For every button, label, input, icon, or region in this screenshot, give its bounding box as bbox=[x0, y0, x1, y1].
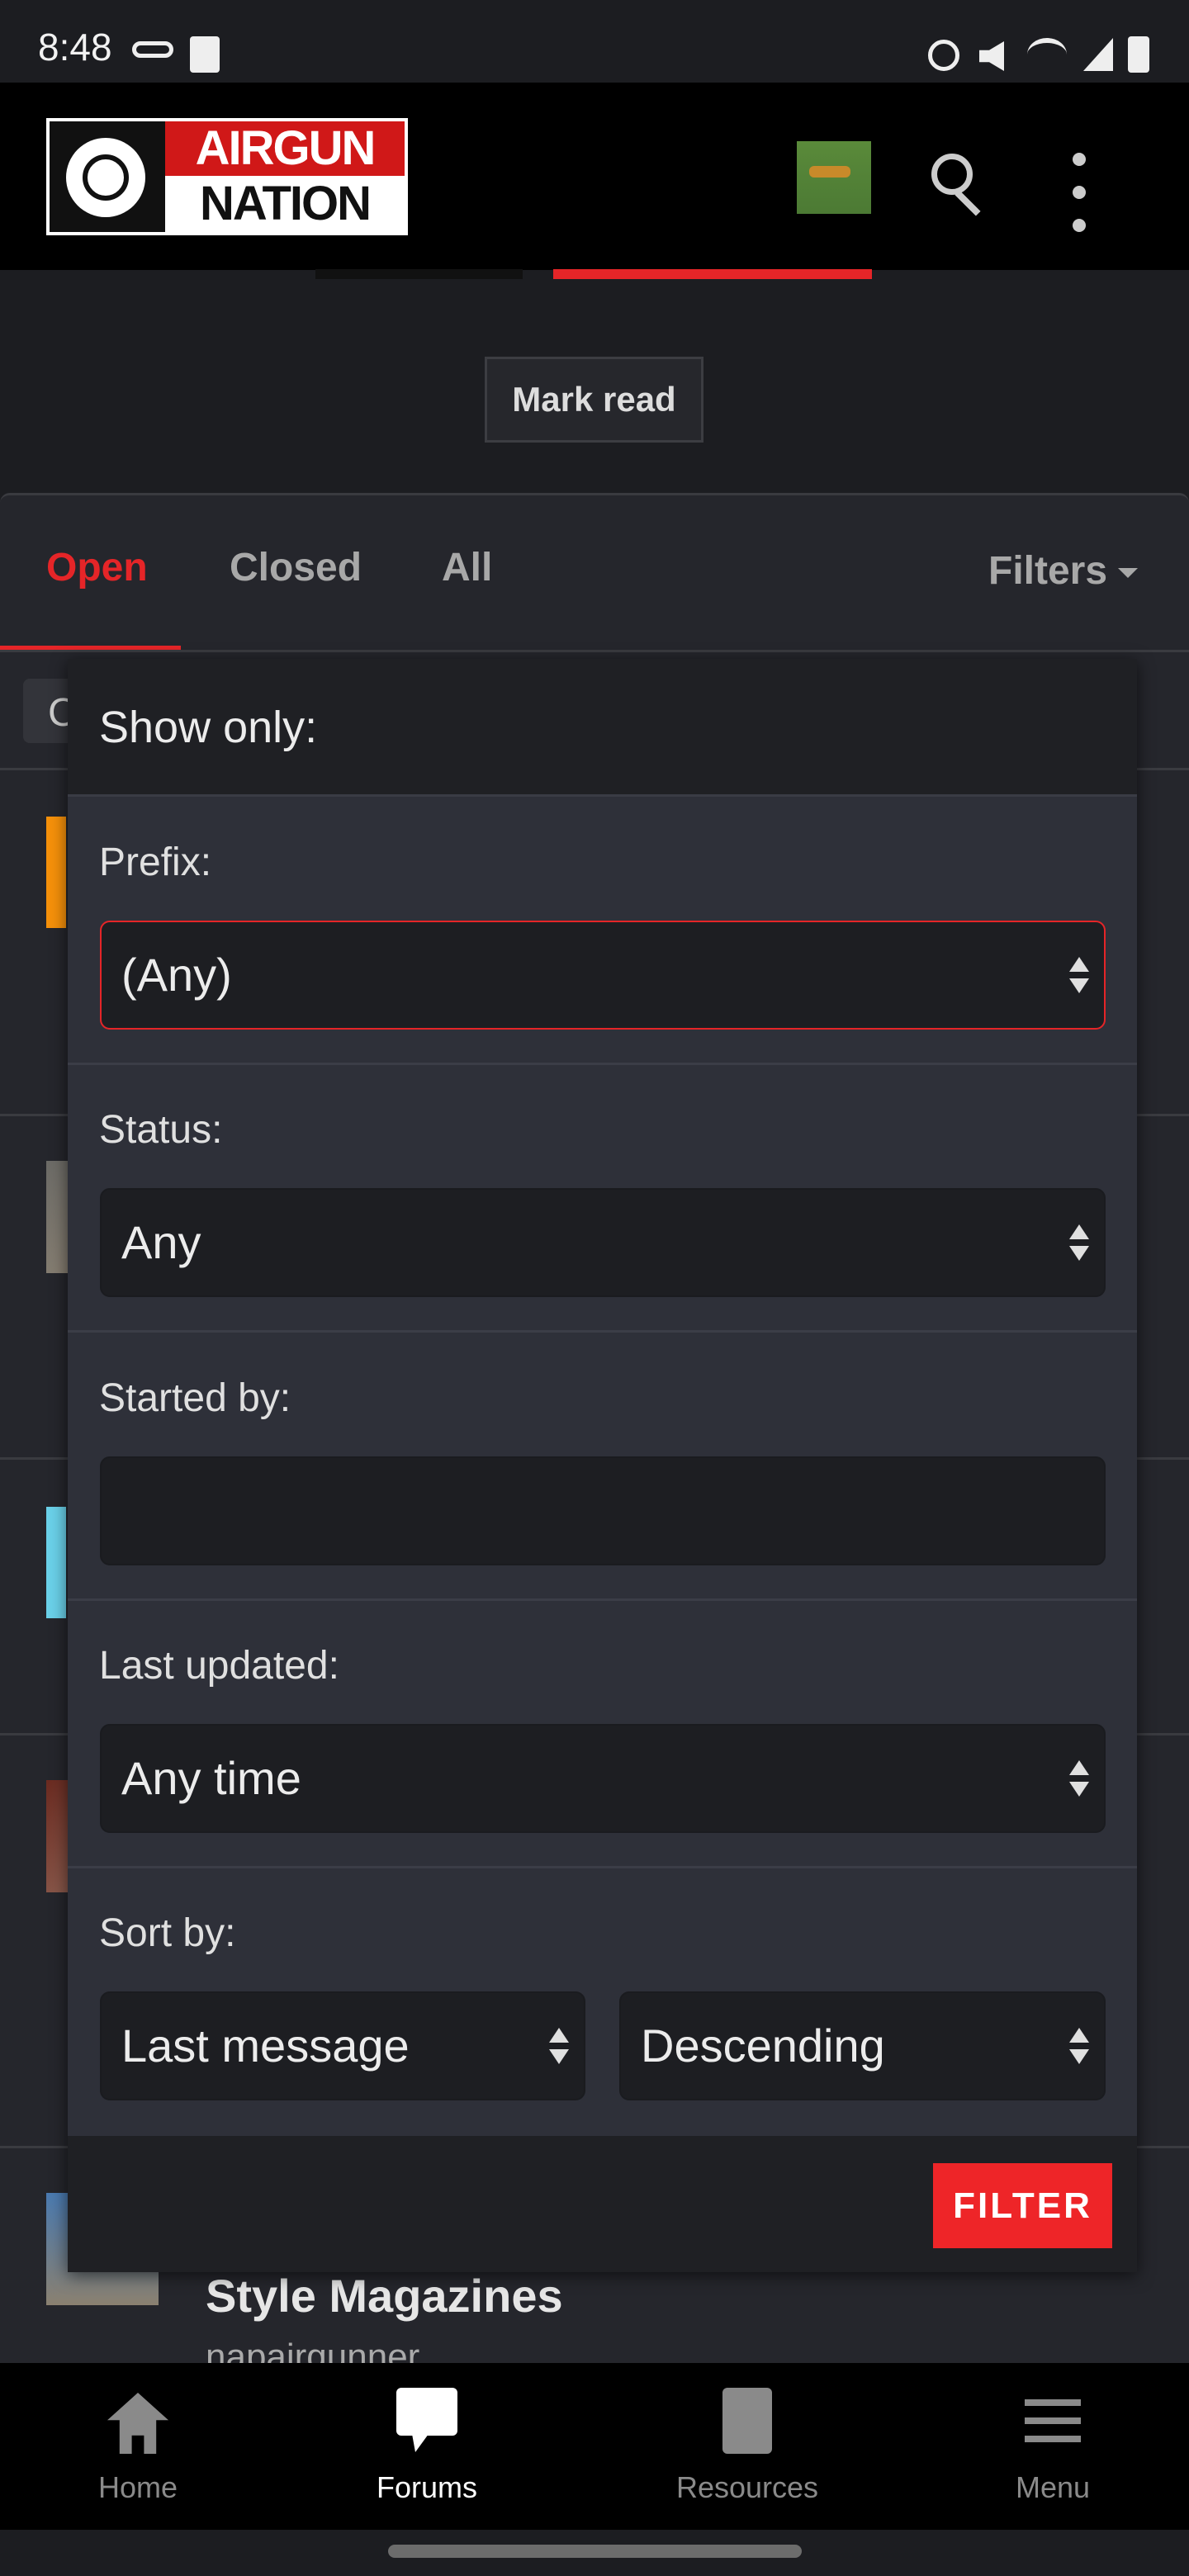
nav-forums-label: Forums bbox=[376, 2470, 477, 2504]
thread-title[interactable]: Style Magazines bbox=[206, 2269, 563, 2323]
tab-closed[interactable]: Closed bbox=[230, 545, 362, 590]
select-arrows-icon bbox=[1069, 957, 1089, 993]
logo-text-top: AIRGUN bbox=[165, 121, 405, 176]
clock-app-icon bbox=[190, 36, 220, 73]
thread-prefix-bar bbox=[46, 817, 66, 928]
select-arrows-icon bbox=[1069, 1760, 1089, 1797]
tab-all[interactable]: All bbox=[442, 545, 492, 590]
wifi-icon bbox=[1027, 38, 1067, 71]
nav-resources-label: Resources bbox=[675, 2470, 819, 2504]
filter-menu: Show only: Prefix: (Any) Status: Any Sta… bbox=[68, 659, 1137, 2272]
search-icon[interactable] bbox=[931, 154, 989, 220]
menu-icon bbox=[1025, 2399, 1081, 2442]
prefix-label: Prefix: bbox=[99, 841, 212, 884]
more-vertical-icon[interactable] bbox=[1073, 153, 1086, 235]
started-by-section: Started by: bbox=[68, 1333, 1137, 1601]
gesture-bar[interactable] bbox=[388, 2545, 802, 2558]
caret-down-icon bbox=[1118, 568, 1139, 579]
nav-tab-indicator bbox=[315, 269, 523, 279]
resources-icon bbox=[722, 2388, 772, 2454]
nav-home-label: Home bbox=[97, 2470, 178, 2504]
home-icon bbox=[107, 2393, 168, 2454]
last-updated-section: Last updated: Any time bbox=[68, 1600, 1137, 1868]
sort-direction-select[interactable]: Descending bbox=[619, 1991, 1106, 2100]
site-logo[interactable]: AIRGUN NATION bbox=[46, 118, 408, 235]
tab-open[interactable]: Open bbox=[46, 545, 148, 590]
select-arrows-icon bbox=[549, 2028, 569, 2064]
mute-icon bbox=[979, 41, 1004, 71]
thread-prefix-bar bbox=[46, 1507, 66, 1618]
signal-icon bbox=[1083, 38, 1113, 71]
started-by-input[interactable] bbox=[100, 1456, 1106, 1565]
nav-menu[interactable]: Menu bbox=[945, 2363, 1160, 2530]
status-bar: 8:48 bbox=[0, 0, 1189, 83]
battery-icon bbox=[1128, 36, 1149, 73]
nav-forums[interactable]: Forums bbox=[320, 2363, 534, 2530]
site-header: AIRGUN NATION bbox=[0, 83, 1189, 270]
sort-direction-value: Descending bbox=[641, 2020, 885, 2072]
select-arrows-icon bbox=[1069, 1224, 1089, 1261]
divider bbox=[0, 650, 1189, 652]
status-select[interactable]: Any bbox=[100, 1188, 1106, 1297]
sort-by-section: Sort by: Last message Descending bbox=[68, 1868, 1137, 2136]
prefix-section: Prefix: (Any) bbox=[68, 797, 1137, 1065]
nav-menu-label: Menu bbox=[1015, 2470, 1091, 2504]
bottom-nav: Home Forums Resources Menu bbox=[0, 2363, 1189, 2530]
last-updated-label: Last updated: bbox=[99, 1644, 339, 1688]
status-section: Status: Any bbox=[68, 1064, 1137, 1333]
select-arrows-icon bbox=[1069, 2028, 1089, 2064]
nav-home[interactable]: Home bbox=[31, 2363, 245, 2530]
sort-by-label: Sort by: bbox=[99, 1911, 236, 1955]
voicemail-icon bbox=[132, 41, 173, 58]
prefix-value: (Any) bbox=[121, 949, 232, 1001]
nav-tab-active-indicator bbox=[553, 269, 872, 279]
last-updated-select[interactable]: Any time bbox=[100, 1724, 1106, 1833]
status-label: Status: bbox=[99, 1108, 223, 1152]
sort-field-select[interactable]: Last message bbox=[100, 1991, 585, 2100]
filter-menu-footer: FILTER bbox=[68, 2136, 1137, 2272]
alarm-icon bbox=[928, 40, 959, 71]
status-value: Any bbox=[121, 1216, 201, 1268]
sort-field-value: Last message bbox=[121, 2020, 410, 2072]
filters-button[interactable]: Filters bbox=[988, 548, 1139, 594]
filter-button[interactable]: FILTER bbox=[933, 2163, 1112, 2248]
nav-resources[interactable]: Resources bbox=[640, 2363, 855, 2530]
filter-menu-title: Show only: bbox=[68, 659, 1137, 797]
started-by-label: Started by: bbox=[99, 1376, 291, 1420]
avatar[interactable] bbox=[797, 141, 871, 214]
mark-read-button[interactable]: Mark read bbox=[485, 357, 703, 443]
last-updated-value: Any time bbox=[121, 1752, 301, 1804]
status-time: 8:48 bbox=[38, 26, 112, 69]
logo-text-bottom: NATION bbox=[199, 177, 372, 230]
forums-icon bbox=[396, 2388, 457, 2436]
filters-label: Filters bbox=[988, 549, 1108, 593]
prefix-select[interactable]: (Any) bbox=[100, 921, 1106, 1030]
